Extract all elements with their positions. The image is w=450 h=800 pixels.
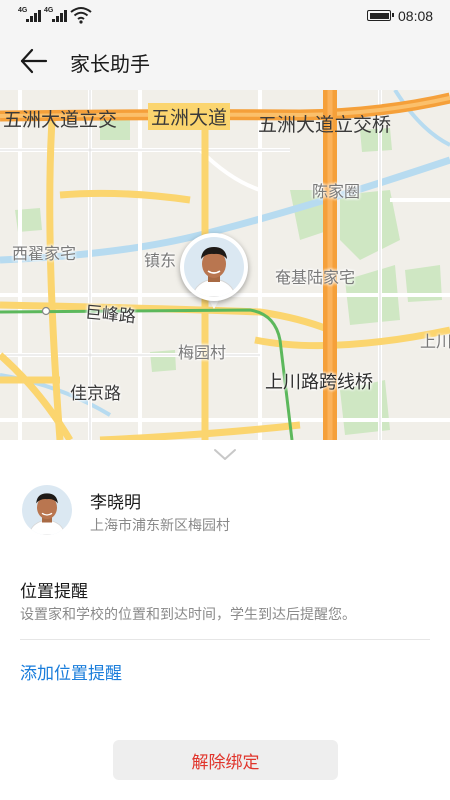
arrow-left-icon[interactable] — [16, 45, 52, 77]
map-label: 镇东 — [144, 251, 177, 270]
divider — [20, 639, 430, 640]
map-label: 巨峰路 — [84, 302, 137, 328]
map-label: 佳京路 — [70, 384, 121, 404]
reminder-title: 位置提醒 — [20, 582, 88, 602]
map-label: 梅园村 — [178, 343, 227, 362]
status-bar: 4G 4G 08:08 — [0, 0, 450, 32]
map-view[interactable]: 五洲大道立交 五洲大道 五洲大道立交桥 陈家圈 西翟家宅 镇东 奄基陆家宅 巨峰… — [0, 90, 450, 440]
battery-icon — [367, 10, 394, 21]
page-title: 家长助手 — [70, 52, 150, 76]
map-label: 西翟家宅 — [12, 244, 77, 263]
chevron-down-icon[interactable] — [213, 448, 237, 462]
map-label: 奄基陆家宅 — [275, 268, 356, 287]
map-label: 上川路跨线桥 — [265, 372, 373, 393]
bottom-sheet: 李晓明 上海市浦东新区梅园村 位置提醒 设置家和学校的位置和到达时间，学生到达后… — [0, 440, 450, 800]
signal-icon: 4G — [18, 7, 44, 23]
add-reminder-link[interactable]: 添加位置提醒 — [20, 659, 122, 684]
map-label: 五洲大道 — [148, 103, 231, 130]
student-card[interactable]: 李晓明 上海市浦东新区梅园村 — [0, 480, 450, 540]
reminder-description: 设置家和学校的位置和到达时间，学生到达后提醒您。 — [20, 607, 356, 623]
student-name: 李晓明 — [90, 493, 141, 513]
avatar — [22, 485, 72, 535]
map-label: 五洲大道立交桥 — [258, 114, 392, 136]
signal-icon: 4G — [44, 7, 70, 23]
map-label: 上川 — [420, 332, 450, 351]
location-pin[interactable] — [180, 233, 248, 311]
unbind-button[interactable]: 解除绑定 — [113, 740, 338, 780]
student-address: 上海市浦东新区梅园村 — [90, 518, 230, 534]
wifi-icon — [70, 7, 92, 24]
map-label: 五洲大道立交 — [3, 109, 118, 131]
map-label: 陈家圈 — [312, 182, 361, 201]
app-bar: 家长助手 — [0, 32, 450, 90]
status-time: 08:08 — [398, 8, 434, 24]
avatar — [184, 237, 244, 297]
